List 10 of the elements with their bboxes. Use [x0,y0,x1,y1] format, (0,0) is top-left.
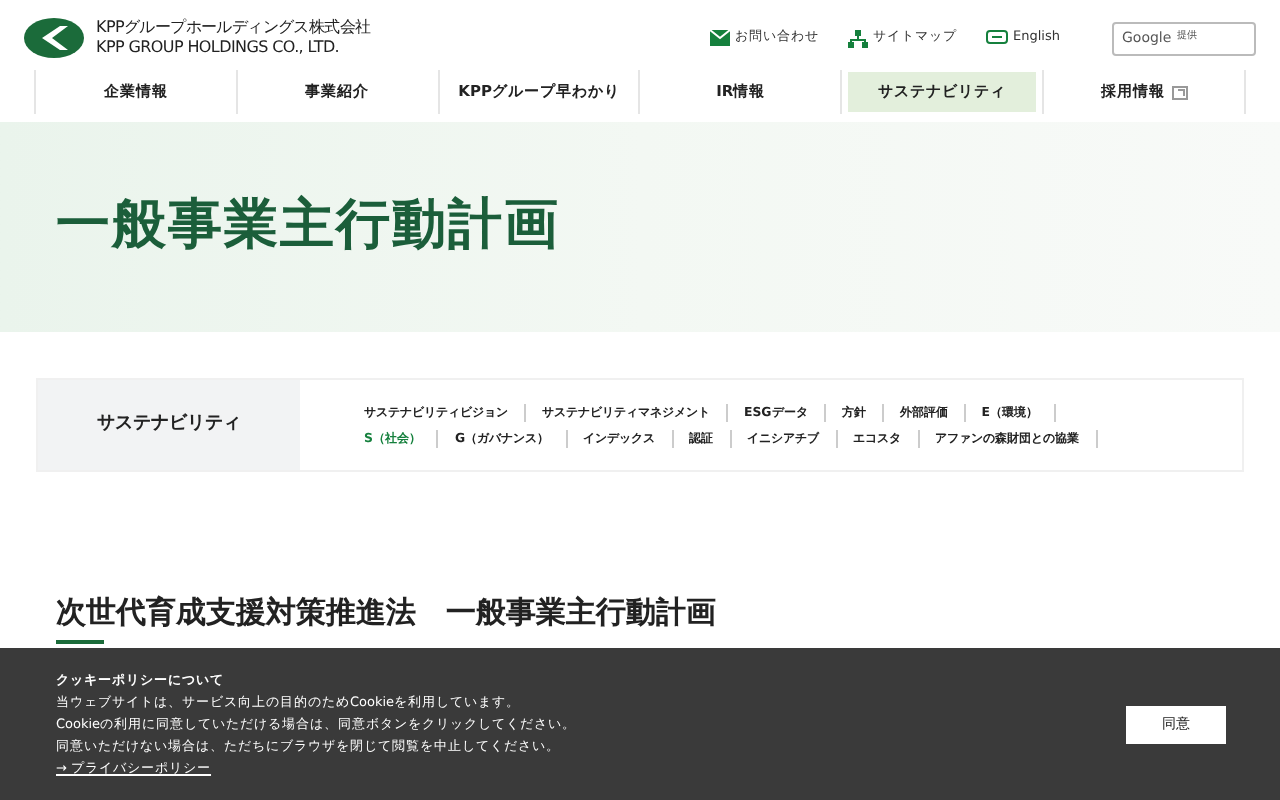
logo-icon [24,18,84,58]
sitemap-icon [847,29,868,47]
section-heading: 次世代育成支援対策推進法 一般事業主行動計画 [56,592,718,632]
heading-underline [56,640,104,644]
chat-bubble-icon [985,29,1008,47]
subnav-title: サステナビリティ [97,411,241,438]
page-title: 一般事業主行動計画 [56,192,560,261]
company-name-japanese: KPPグループホールディングス株式会社 [96,18,371,38]
company-name-english: KPP GROUP HOLDINGS CO., LTD. [96,38,342,58]
mail-icon [709,30,730,46]
